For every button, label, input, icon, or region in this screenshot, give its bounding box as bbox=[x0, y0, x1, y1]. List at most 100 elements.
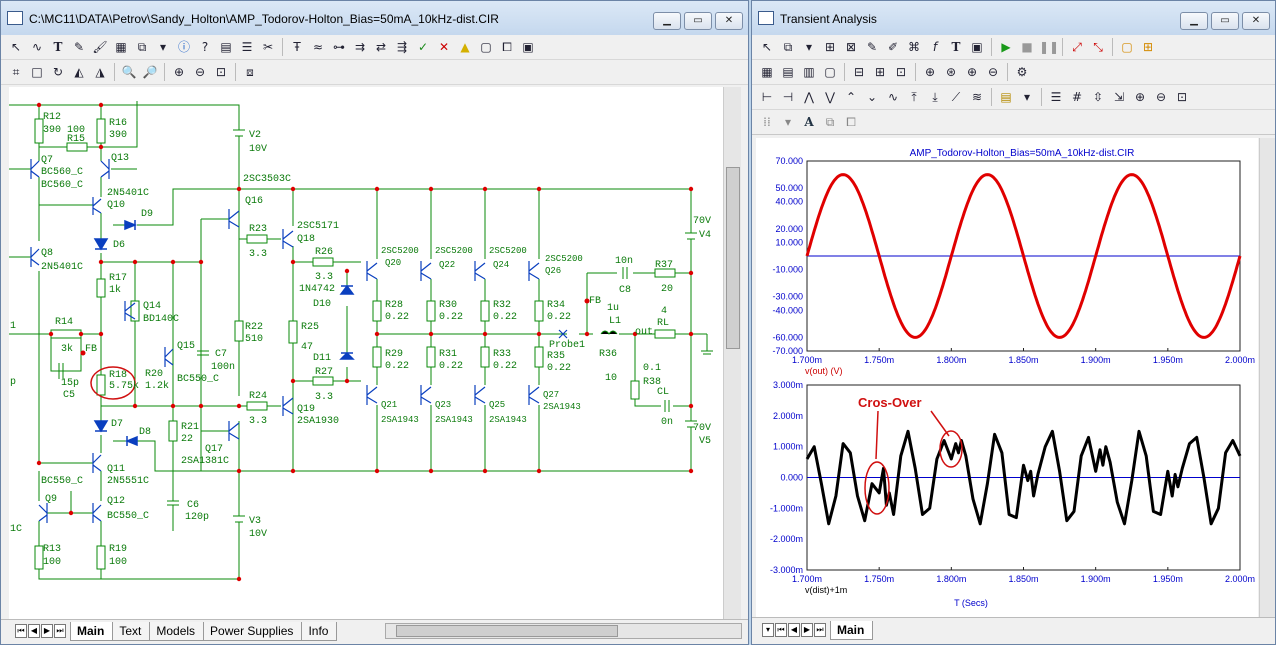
analysis-minimize-button[interactable]: ▁ bbox=[1180, 12, 1208, 30]
analysis-tab-main[interactable]: Main bbox=[830, 620, 874, 640]
zoom-in-icon[interactable]: ⊕ bbox=[963, 63, 981, 81]
list-icon[interactable]: ☰ bbox=[1047, 88, 1065, 106]
run-icon[interactable]: ▶ bbox=[997, 38, 1015, 56]
tab-text[interactable]: Text bbox=[112, 621, 151, 641]
text-tool-icon[interactable]: T bbox=[49, 38, 67, 56]
pen-icon[interactable]: ✎ bbox=[70, 38, 88, 56]
cross-icon[interactable]: ✕ bbox=[435, 38, 453, 56]
pause-icon[interactable]: ❚❚ bbox=[1039, 38, 1059, 56]
warning-icon[interactable]: ▲ bbox=[456, 38, 474, 56]
grid-dots-icon[interactable]: ⁞⁞ bbox=[758, 113, 776, 131]
trace-icon[interactable]: ⤢ bbox=[1068, 38, 1086, 56]
box-icon[interactable]: □ bbox=[28, 63, 46, 81]
frame-icon[interactable]: ▢ bbox=[1118, 38, 1136, 56]
cursor-right-icon[interactable]: ⊣ bbox=[779, 88, 797, 106]
select-arrow-icon[interactable]: ↖ bbox=[758, 38, 776, 56]
close-button[interactable]: ✕ bbox=[715, 12, 743, 30]
list-icon[interactable]: ☰ bbox=[238, 38, 256, 56]
pin-icon[interactable]: ✂ bbox=[259, 38, 277, 56]
zoom-in-icon[interactable]: ⊕ bbox=[1131, 88, 1149, 106]
grid-icon[interactable]: ▤ bbox=[217, 38, 235, 56]
scale-icon[interactable]: ⊞ bbox=[821, 38, 839, 56]
limits-icon[interactable]: ⇳ bbox=[1089, 88, 1107, 106]
pages-icon[interactable]: ⧠ bbox=[498, 38, 516, 56]
edit-plot-icon[interactable]: ✐ bbox=[884, 38, 902, 56]
analysis-close-button[interactable]: ✕ bbox=[1242, 12, 1270, 30]
grid-cols-icon[interactable]: ▥ bbox=[800, 63, 818, 81]
dropdown-icon[interactable]: ▾ bbox=[154, 38, 172, 56]
rotate-icon[interactable]: ↻ bbox=[49, 63, 67, 81]
analysis-vertical-scrollbar[interactable] bbox=[1259, 138, 1275, 617]
peak-icon[interactable]: ⋀ bbox=[800, 88, 818, 106]
high-icon[interactable]: ⌃ bbox=[842, 88, 860, 106]
copy-icon[interactable]: ⧉ bbox=[779, 38, 797, 56]
trace-clear-icon[interactable]: ⤡ bbox=[1089, 38, 1107, 56]
tag-icon[interactable]: ⌘ bbox=[905, 38, 923, 56]
global-low-icon[interactable]: ⤓ bbox=[926, 88, 944, 106]
find-next-icon[interactable]: 🔎 bbox=[141, 63, 159, 81]
check-icon[interactable]: ✓ bbox=[414, 38, 432, 56]
prev-page-button[interactable]: ◀ bbox=[28, 624, 40, 638]
maximize-button[interactable]: ▭ bbox=[684, 12, 712, 30]
valley-icon[interactable]: ⋁ bbox=[821, 88, 839, 106]
analysis-last-page-button[interactable]: ⏭ bbox=[814, 623, 826, 637]
copy-icon[interactable]: ⧉ bbox=[133, 38, 151, 56]
select-arrow-icon[interactable]: ↖ bbox=[7, 38, 25, 56]
power-icon[interactable]: ⇶ bbox=[393, 38, 411, 56]
function-icon[interactable]: f bbox=[926, 38, 944, 56]
minimize-button[interactable]: ▁ bbox=[653, 12, 681, 30]
analysis-first-page-button[interactable]: ⏮ bbox=[775, 623, 787, 637]
dropdown-icon[interactable]: ▾ bbox=[1018, 88, 1036, 106]
text-attr-icon[interactable]: Ŧ bbox=[288, 38, 306, 56]
analysis-title-bar[interactable]: Transient Analysis ▁ ▭ ✕ bbox=[752, 1, 1275, 36]
analysis-prev-page-button[interactable]: ◀ bbox=[788, 623, 800, 637]
grid-fine-icon[interactable]: ▦ bbox=[758, 63, 776, 81]
analysis-maximize-button[interactable]: ▭ bbox=[1211, 12, 1239, 30]
properties-icon[interactable]: ▣ bbox=[519, 38, 537, 56]
help-icon[interactable]: ? bbox=[196, 38, 214, 56]
markers-icon[interactable]: ⇲ bbox=[1110, 88, 1128, 106]
stop-icon[interactable]: ■ bbox=[1018, 38, 1036, 56]
zoom-fit-icon[interactable]: ⊛ bbox=[942, 63, 960, 81]
grid-box-icon[interactable]: ▢ bbox=[821, 63, 839, 81]
zoom-out-icon[interactable]: ⊖ bbox=[1152, 88, 1170, 106]
cascade-icon[interactable]: ⧠ bbox=[842, 113, 860, 131]
tab-models[interactable]: Models bbox=[149, 621, 205, 641]
analysis-menu-button[interactable]: ▾ bbox=[762, 623, 774, 637]
split-icon[interactable]: ⊡ bbox=[892, 63, 910, 81]
global-high-icon[interactable]: ⤒ bbox=[905, 88, 923, 106]
grid-icon[interactable]: ⊞ bbox=[1139, 38, 1157, 56]
zoom-in-icon[interactable]: ⊕ bbox=[170, 63, 188, 81]
bottom-icon[interactable]: ≋ bbox=[968, 88, 986, 106]
last-page-button[interactable]: ⏭ bbox=[54, 624, 66, 638]
zoom-window-icon[interactable]: ⊡ bbox=[1173, 88, 1191, 106]
schematic-title-bar[interactable]: C:\MC11\DATA\Petrov\Sandy_Holton\AMP_Tod… bbox=[1, 1, 748, 36]
current-icon[interactable]: ⇄ bbox=[372, 38, 390, 56]
zoom-out-icon[interactable]: ⊖ bbox=[191, 63, 209, 81]
node-names-icon[interactable]: ≈ bbox=[309, 38, 327, 56]
clipboard-icon[interactable]: ▤ bbox=[997, 88, 1015, 106]
schematic-canvas[interactable]: R12 390 100 R15 R16 390 Q7 BC560_C BC560… bbox=[9, 87, 723, 619]
fit-icon[interactable]: ⊠ bbox=[842, 38, 860, 56]
plot-area[interactable]: AMP_Todorov-Holton_Bias=50mA_10kHz-dist.… bbox=[756, 138, 1258, 617]
tab-info[interactable]: Info bbox=[301, 621, 338, 641]
slope-icon[interactable]: ⟋ bbox=[947, 88, 965, 106]
schematic-vertical-scrollbar[interactable] bbox=[723, 87, 741, 619]
next-page-button[interactable]: ▶ bbox=[41, 624, 53, 638]
tile-icon[interactable]: ⧉ bbox=[821, 113, 839, 131]
inflection-icon[interactable]: ∿ bbox=[884, 88, 902, 106]
find-icon[interactable]: 🔍 bbox=[120, 63, 138, 81]
text-tool-icon[interactable]: T bbox=[947, 38, 965, 56]
dropdown-icon[interactable]: ▾ bbox=[779, 113, 797, 131]
settings-icon[interactable]: ⚙ bbox=[1013, 63, 1031, 81]
pin-connect-icon[interactable]: ⇉ bbox=[351, 38, 369, 56]
properties-icon[interactable]: ▣ bbox=[968, 38, 986, 56]
page-icon[interactable]: ▢ bbox=[477, 38, 495, 56]
dropdown-icon[interactable]: ▾ bbox=[800, 38, 818, 56]
split-vertical-icon[interactable]: ⊞ bbox=[871, 63, 889, 81]
grid-lines-icon[interactable]: ▤ bbox=[779, 63, 797, 81]
edit-icon[interactable]: ✎ bbox=[863, 38, 881, 56]
node-voltage-icon[interactable]: ⊶ bbox=[330, 38, 348, 56]
first-page-button[interactable]: ⏮ bbox=[15, 624, 27, 638]
info-icon[interactable]: ⓘ bbox=[175, 38, 193, 56]
